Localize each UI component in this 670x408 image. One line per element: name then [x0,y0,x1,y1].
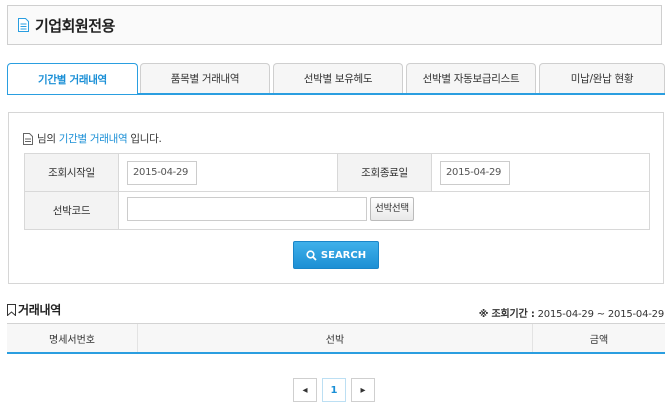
transactions-table-header: 명세서번호 선박 금액 [7,323,665,354]
tab-ship-holdings[interactable]: 선박별 보유헤도 [273,63,403,93]
search-icon [306,249,317,261]
transactions-title: 거래내역 [7,301,61,318]
description-prefix: 님의 [37,133,56,145]
note-icon [23,132,33,145]
tab-ship-auto-supply-list[interactable]: 선박별 자동보급리스트 [406,63,536,93]
tab-period-transactions[interactable]: 기간별 거래내역 [7,63,138,94]
ship-select-button[interactable]: 선박선택 [370,197,414,221]
ship-code-label: 선박코드 [24,191,119,230]
tab-item-transactions[interactable]: 품목별 거래내역 [140,63,270,93]
description-suffix: 입니다. [130,133,162,145]
search-panel: 님의 기간별 거래내역 입니다. 조회시작일 2015-04-29 조회종료일 … [8,112,664,284]
end-date-cell: 2015-04-29 [431,153,650,192]
start-date-cell: 2015-04-29 [118,153,338,192]
transactions-title-text: 거래내역 [18,303,61,317]
pagination: ◂ 1 ▸ [293,378,375,402]
description-highlight: 기간별 거래내역 [58,133,128,145]
tab-payment-status[interactable]: 미납/완납 현황 [539,63,665,93]
query-period: ※ 조회기간 : 2015-04-29 ~ 2015-04-29 [479,305,664,320]
ship-code-cell: 선박선택 [118,191,650,230]
page-header: 기업회원전용 [7,5,662,45]
end-date-input[interactable]: 2015-04-29 [440,160,510,185]
ship-code-input[interactable] [127,197,367,221]
column-header-amount: 금액 [589,334,609,346]
column-header-statement-no: 명세서번호 [7,324,138,352]
column-header-ship: 선박 [138,324,533,352]
prev-page-button[interactable]: ◂ [293,378,317,402]
bookmark-icon [7,303,16,316]
page-description: 님의 기간별 거래내역 입니다. [23,131,162,146]
tab-bar: 기간별 거래내역 품목별 거래내역 선박별 보유헤도 선박별 자동보급리스트 미… [7,63,665,94]
query-period-value: 2015-04-29 ~ 2015-04-29 [537,309,665,320]
search-form-table: 조회시작일 2015-04-29 조회종료일 2015-04-29 선박코드 선… [24,153,650,230]
start-date-input[interactable]: 2015-04-29 [127,160,197,185]
page-title: 기업회원전용 [35,16,115,35]
start-date-label: 조회시작일 [24,153,119,192]
document-icon [18,18,29,32]
search-button-label: SEARCH [320,249,367,261]
page-number-button[interactable]: 1 [322,378,346,402]
query-period-label: ※ 조회기간 : [478,309,535,320]
search-button[interactable]: SEARCH [293,241,379,269]
next-page-button[interactable]: ▸ [351,378,375,402]
end-date-label: 조회종료일 [337,153,432,192]
